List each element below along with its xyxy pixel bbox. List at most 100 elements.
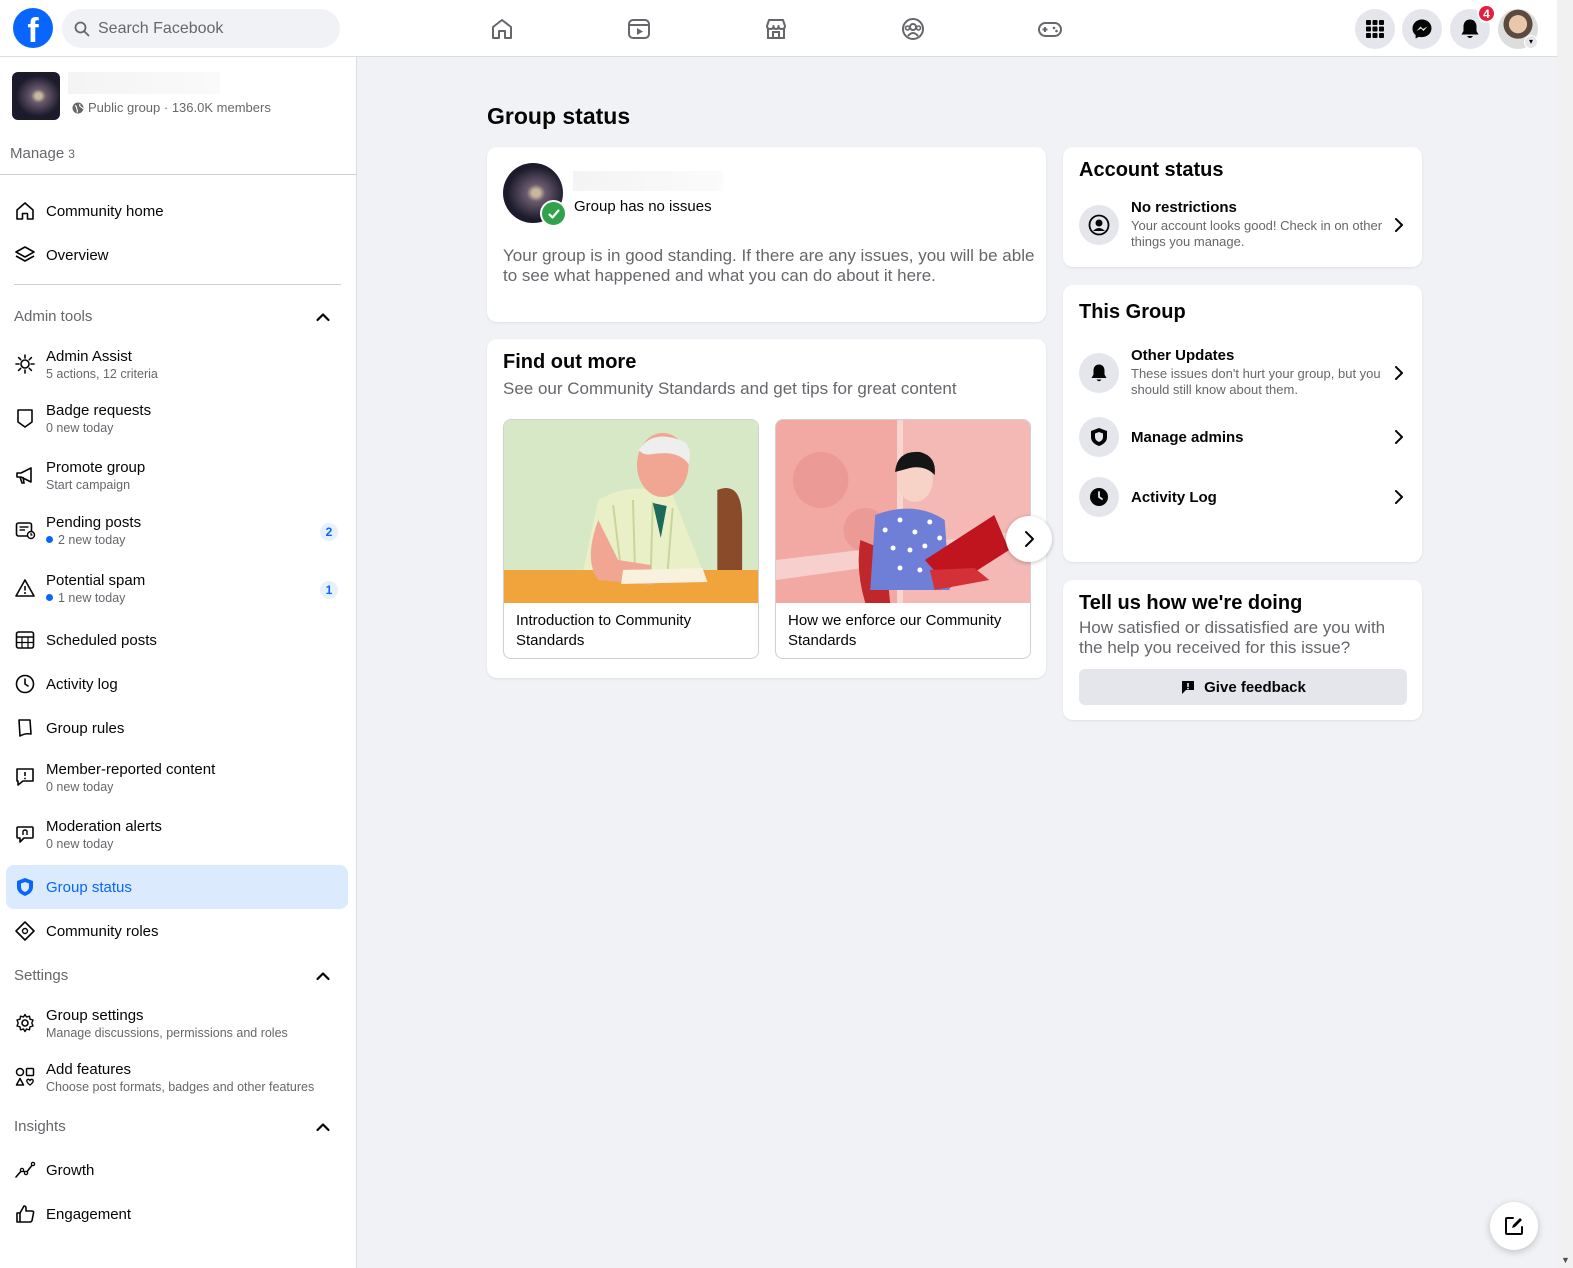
gaming-icon[interactable] [1033, 12, 1067, 46]
group-header[interactable]: Public group · 136.0K members [12, 72, 271, 120]
sidebar-item-group-status[interactable]: Group status [6, 865, 348, 909]
woman-on-laptop-illustration [776, 420, 1030, 603]
group-name-redacted [68, 72, 220, 94]
badge-icon [14, 407, 36, 429]
clock-icon [14, 673, 36, 695]
bell-icon [1079, 352, 1119, 393]
admin-assist-icon [14, 353, 36, 375]
group-cover-thumbnail[interactable] [12, 72, 60, 120]
sidebar-item-member-reported-content[interactable]: Member-reported content 0 new today [6, 756, 348, 798]
chevron-down-icon[interactable]: ▾ [1524, 35, 1538, 49]
tile-caption: How we enforce our Community Standards [788, 612, 1002, 649]
chevron-up-icon[interactable] [315, 309, 331, 325]
page-scrollbar[interactable]: ▼ [1557, 0, 1573, 1268]
chevron-right-icon [1025, 531, 1034, 547]
admin-tools-heading: Admin tools [14, 308, 93, 325]
tile-caption: Introduction to Community Standards [516, 612, 692, 649]
pending-posts-icon [14, 519, 36, 541]
messenger-icon [1412, 19, 1432, 39]
other-updates-row[interactable]: Other Updates These issues don't hurt you… [1079, 347, 1407, 398]
feedback-card: Tell us how we're doing How satisfied or… [1063, 580, 1422, 720]
sidebar-item-group-rules[interactable]: Group rules [6, 706, 348, 750]
sidebar-item-badge-requests[interactable]: Badge requests 0 new today [6, 397, 348, 439]
grid-icon [1366, 20, 1384, 38]
admin-sidebar: Public group · 136.0K members Manage 3 Co… [0, 57, 357, 1268]
alert-bubble-icon [14, 823, 36, 845]
carousel-next-button[interactable] [1006, 516, 1052, 562]
sidebar-item-group-settings[interactable]: Group settings Manage discussions, permis… [6, 1002, 348, 1044]
roles-diamond-icon [14, 920, 36, 942]
account-status-card: Account status No restrictions Your accou… [1063, 147, 1422, 267]
user-circle-icon [1079, 204, 1119, 245]
thumbs-up-icon [14, 1203, 36, 1225]
search-icon [74, 21, 90, 36]
clock-icon [1079, 477, 1119, 517]
menu-grid-button[interactable] [1355, 9, 1395, 49]
group-name-redacted [573, 171, 723, 191]
settings-heading: Settings [14, 967, 69, 984]
chevron-right-icon [1395, 430, 1403, 444]
manage-count: 3 [68, 147, 75, 161]
divider [14, 284, 341, 285]
warning-icon [14, 577, 36, 599]
no-restrictions-row[interactable]: No restrictions Your account looks good! … [1079, 199, 1407, 250]
shield-icon [1079, 417, 1119, 457]
sidebar-item-add-features[interactable]: Add features Choose post formats, badges … [6, 1056, 348, 1098]
scroll-down-arrow-icon[interactable]: ▼ [1561, 1255, 1570, 1265]
new-message-button[interactable] [1490, 1202, 1538, 1250]
sidebar-item-engagement[interactable]: Engagement [6, 1192, 348, 1236]
group-meta-text: Public group · 136.0K members [88, 100, 271, 115]
sidebar-item-activity-log[interactable]: Activity log [6, 662, 348, 706]
find-out-more-card: Find out more See our Community Standard… [487, 339, 1052, 678]
check-icon [540, 200, 567, 227]
elderly-man-reading-illustration [504, 420, 758, 603]
divider [0, 174, 357, 175]
community-standards-enforcement-tile[interactable]: How we enforce our Community Standards [775, 419, 1031, 659]
messenger-button[interactable] [1402, 9, 1442, 49]
activity-log-row[interactable]: Activity Log [1079, 477, 1407, 517]
manage-admins-row[interactable]: Manage admins [1079, 417, 1407, 457]
sidebar-item-community-roles[interactable]: Community roles [6, 909, 348, 953]
chevron-up-icon[interactable] [315, 968, 331, 984]
sidebar-item-community-home[interactable]: Community home [6, 189, 348, 233]
sidebar-item-pending-posts[interactable]: Pending posts 2 new today 2 [6, 509, 348, 551]
sidebar-item-overview[interactable]: Overview [6, 233, 348, 277]
sidebar-item-growth[interactable]: Growth [6, 1148, 348, 1192]
report-icon [14, 766, 36, 788]
marketplace-icon[interactable] [759, 12, 793, 46]
sidebar-item-potential-spam[interactable]: Potential spam 1 new today 1 [6, 567, 348, 609]
globe-icon [72, 102, 84, 113]
search-input[interactable] [98, 19, 318, 38]
this-group-card: This Group Other Updates These issues don… [1063, 285, 1422, 562]
home-icon[interactable] [485, 12, 519, 46]
unread-dot [46, 594, 53, 601]
search-box[interactable] [62, 9, 340, 48]
pending-count-badge: 2 [320, 523, 338, 541]
facebook-logo[interactable]: f [13, 8, 53, 48]
give-feedback-button[interactable]: Give feedback [1079, 669, 1407, 705]
unread-dot [46, 536, 53, 543]
find-out-more-title: Find out more [503, 351, 637, 373]
feedback-icon [1182, 681, 1195, 694]
rules-book-icon [14, 717, 36, 739]
bell-icon [1461, 19, 1479, 38]
status-description: Your group is in good standing. If there… [503, 246, 1035, 285]
sidebar-item-scheduled-posts[interactable]: Scheduled posts [6, 618, 348, 662]
account-status-title: Account status [1079, 159, 1224, 181]
chevron-right-icon [1395, 490, 1403, 504]
compose-icon [1505, 1217, 1523, 1235]
feedback-question: How satisfied or dissatisfied are you wi… [1079, 618, 1386, 657]
notifications-button[interactable]: 4 [1450, 4, 1496, 49]
groups-icon[interactable] [896, 12, 930, 46]
sidebar-item-promote-group[interactable]: Promote group Start campaign [6, 454, 348, 496]
community-standards-intro-tile[interactable]: Introduction to Community Standards [503, 419, 759, 659]
chevron-up-icon[interactable] [315, 1119, 331, 1135]
chevron-right-icon [1395, 217, 1403, 232]
manage-label: Manage 3 [10, 145, 75, 162]
find-out-more-subtitle: See our Community Standards and get tips… [503, 379, 957, 398]
video-icon[interactable] [622, 12, 656, 46]
sidebar-item-admin-assist[interactable]: Admin Assist 5 actions, 12 criteria [6, 343, 348, 385]
layers-icon [14, 244, 36, 266]
notification-badge: 4 [1477, 4, 1496, 23]
sidebar-item-moderation-alerts[interactable]: Moderation alerts 0 new today [6, 813, 348, 855]
